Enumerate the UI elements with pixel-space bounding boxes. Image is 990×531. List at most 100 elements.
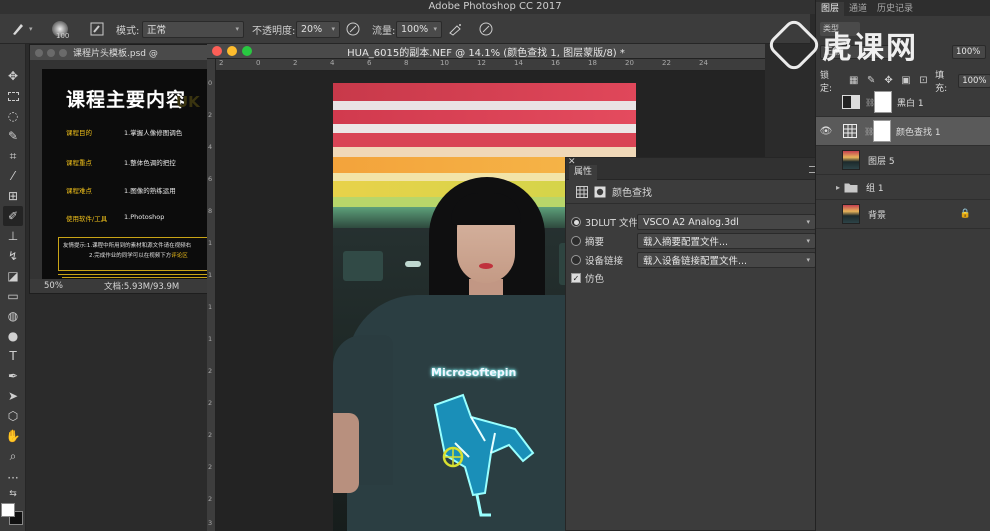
lut-file-select[interactable]: VSCO A2 Analog.3dl ▾ <box>637 214 816 230</box>
ruler-tick-label: 2 <box>208 431 213 439</box>
pressure-opacity-icon[interactable] <box>345 14 361 44</box>
tab-layers[interactable]: 图层 <box>816 2 845 16</box>
dodge-tool-icon[interactable]: ● <box>3 326 23 346</box>
path-select-tool-icon[interactable]: ➤ <box>3 386 23 406</box>
properties-section-header: 颜色查找 <box>566 180 822 204</box>
move-tool-icon[interactable]: ✥ <box>3 66 23 86</box>
abstract-value: 载入摘要配置文件... <box>643 237 729 248</box>
ruler-tick-label: 1 <box>208 303 213 311</box>
type-tool-icon[interactable]: T <box>3 346 23 366</box>
layer-row[interactable]: 图层 5 <box>816 146 990 175</box>
template-tab-title: 课程片头模板.psd @ <box>73 49 158 59</box>
template-decor-line <box>58 274 208 275</box>
device-link-value: 载入设备链接配置文件... <box>643 256 748 267</box>
dither-checkbox[interactable]: ✓ <box>571 273 581 283</box>
template-doc-size: 文档:5.93M/93.9M <box>104 282 180 292</box>
shape-tool-icon[interactable]: ⬡ <box>3 406 23 426</box>
horizontal-ruler[interactable]: 2 0 2 4 6 8 10 12 14 16 18 20 22 24 <box>216 59 765 71</box>
opacity-input[interactable]: 20% ▾ <box>296 20 340 38</box>
eye-icon[interactable]: 👁 <box>816 126 836 137</box>
eyedropper-tool-icon[interactable]: ⁄ <box>3 166 23 186</box>
device-link-select[interactable]: 载入设备链接配置文件... ▾ <box>637 252 816 268</box>
ruler-tick-label: 16 <box>551 59 560 67</box>
flow-input[interactable]: 100% ▾ <box>396 20 442 38</box>
airbrush-icon[interactable] <box>448 14 464 44</box>
device-link-radio[interactable] <box>571 255 581 265</box>
zoom-tool-icon[interactable]: ⌕ <box>3 446 23 466</box>
pen-tool-icon[interactable]: ✒ <box>3 366 23 386</box>
chevron-down-icon: ▾ <box>806 256 810 264</box>
dither-option[interactable]: ✓ 仿色 <box>571 269 604 287</box>
layer-row[interactable]: ⛓ 黑白 1 <box>816 88 990 117</box>
lock-artboard-icon[interactable]: ▣ <box>900 75 911 87</box>
layer-row[interactable]: 背景 🔒 <box>816 200 990 229</box>
crop-tool-icon[interactable]: ⌗ <box>3 146 23 166</box>
abstract-option[interactable]: 摘要 <box>571 232 604 250</box>
brush-tool-icon[interactable]: ✐ <box>3 206 23 226</box>
layer-thumbnail <box>842 150 860 170</box>
brush-size-value: 100 <box>56 32 70 40</box>
fill-input[interactable]: 100% <box>958 74 990 88</box>
healing-brush-tool-icon[interactable]: ⊞ <box>3 186 23 206</box>
model-arm <box>333 413 359 493</box>
document-tab-bar[interactable]: HUA_6015的副本.NEF @ 14.1% (颜色查找 1, 图层蒙版/8)… <box>207 44 765 59</box>
lut-file-option[interactable]: 3DLUT 文件 <box>571 213 638 231</box>
layer-mask-thumbnail[interactable] <box>874 91 892 113</box>
layer-mask-icon[interactable] <box>594 186 606 198</box>
brush-tool-icon[interactable]: ▾ <box>10 14 33 44</box>
lock-paint-icon[interactable]: ✎ <box>865 75 876 87</box>
layer-thumbnail <box>842 204 860 224</box>
template-note-text: 2.完成作业的同学可以在视频下方 <box>89 253 172 259</box>
device-link-option[interactable]: 设备链接 <box>571 251 623 269</box>
tab-properties[interactable]: 属性 <box>569 165 598 180</box>
template-row-label: 使用软件/工具 <box>66 215 108 223</box>
tab-history[interactable]: 历史记录 <box>872 2 918 16</box>
abstract-select[interactable]: 载入摘要配置文件... ▾ <box>637 233 816 249</box>
tab-channels[interactable]: 通道 <box>844 2 872 16</box>
document-tab-title: HUA_6015的副本.NEF @ 14.1% (颜色查找 1, 图层蒙版/8)… <box>347 47 625 59</box>
brush-panel-toggle-icon[interactable] <box>90 14 104 44</box>
device-link-label: 设备链接 <box>585 256 624 267</box>
foreground-color-swatch[interactable] <box>1 503 15 517</box>
properties-header: ✕ 属性 <box>566 157 822 180</box>
maximize-window-icon[interactable] <box>59 48 67 57</box>
vertical-ruler[interactable]: 0 2 4 6 8 1 1 1 1 2 2 2 2 2 3 <box>207 59 216 531</box>
clone-stamp-tool-icon[interactable]: ⊥ <box>3 226 23 246</box>
layer-mask-thumbnail[interactable] <box>873 120 891 142</box>
template-row-label: 课程重点 <box>66 159 92 167</box>
template-document-tab[interactable]: 课程片头模板.psd @ <box>30 45 210 60</box>
mask-link-icon[interactable]: ⛓ <box>865 98 875 107</box>
swap-colors-icon[interactable]: ⇆ <box>3 484 23 504</box>
lut-radio[interactable] <box>571 217 581 227</box>
template-zoom-value[interactable]: 50% <box>44 281 88 291</box>
abstract-radio[interactable] <box>571 236 581 246</box>
lock-all-icon[interactable]: ⊡ <box>918 75 929 87</box>
layer-name: 组 1 <box>866 183 884 194</box>
close-window-icon[interactable] <box>35 48 43 57</box>
flow-label: 流量: <box>372 25 396 37</box>
hand-tool-icon[interactable]: ✋ <box>3 426 23 446</box>
mask-link-icon[interactable]: ⛓ <box>864 127 874 136</box>
properties-section-title: 颜色查找 <box>612 188 652 199</box>
lock-transparent-icon[interactable]: ▦ <box>848 75 859 87</box>
marquee-tool-icon[interactable] <box>3 86 23 106</box>
lut-file-value: VSCO A2 Analog.3dl <box>643 216 739 228</box>
template-row-label: 课程难点 <box>66 187 92 195</box>
layer-group-row[interactable]: ▸ 组 1 <box>816 175 990 200</box>
layer-name: 背景 <box>868 210 887 221</box>
eraser-tool-icon[interactable]: ◪ <box>3 266 23 286</box>
model-lips <box>479 263 493 269</box>
pressure-size-icon[interactable] <box>478 14 494 44</box>
history-brush-tool-icon[interactable]: ↯ <box>3 246 23 266</box>
chevron-right-icon[interactable]: ▸ <box>836 183 840 192</box>
lasso-tool-icon[interactable]: ◌ <box>3 106 23 126</box>
quick-select-tool-icon[interactable]: ✎ <box>3 126 23 146</box>
minimize-window-icon[interactable] <box>47 48 55 57</box>
ruler-tick-label: 2 <box>208 111 213 119</box>
lock-position-icon[interactable]: ✥ <box>883 75 894 87</box>
blend-mode-select[interactable]: 正常 ▾ <box>142 20 244 38</box>
gradient-tool-icon[interactable]: ▭ <box>3 286 23 306</box>
blur-tool-icon[interactable]: ◍ <box>3 306 23 326</box>
layer-row[interactable]: 👁 ⛓ 颜色查找 1 <box>816 117 990 146</box>
template-row-value: 1.图像的熟练运用 <box>124 187 176 195</box>
